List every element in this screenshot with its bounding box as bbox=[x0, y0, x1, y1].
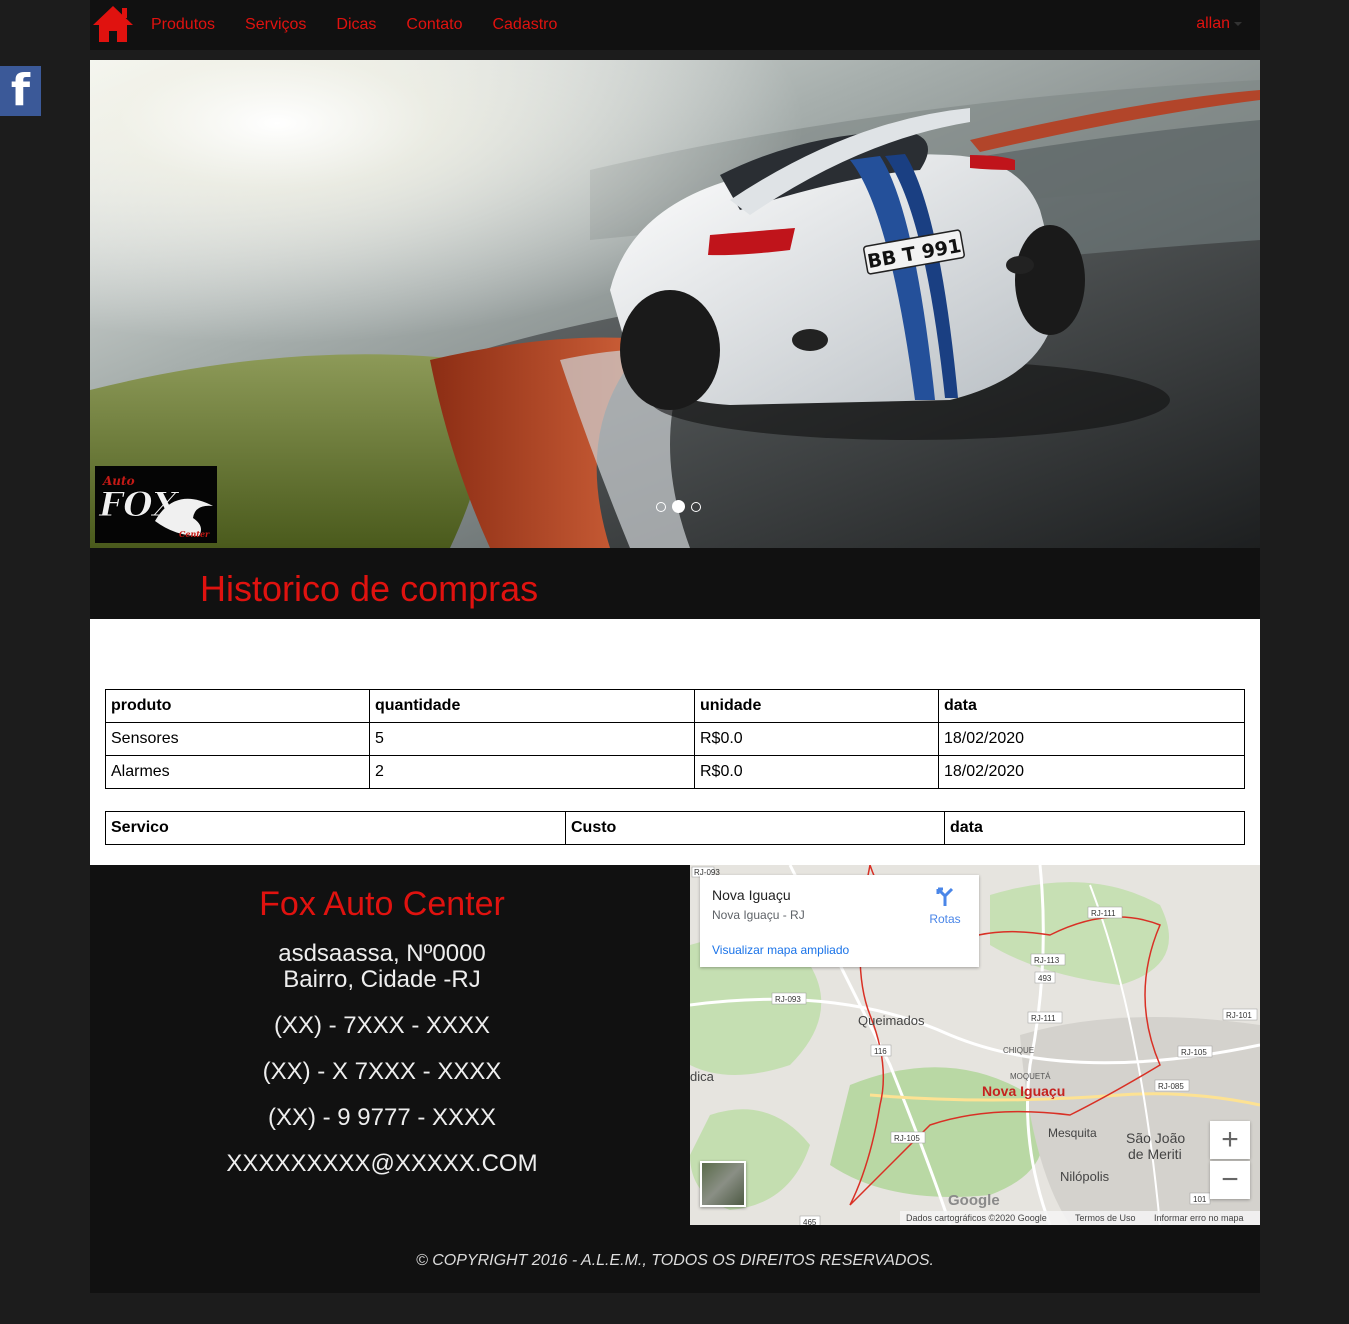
address-line-1: asdsaassa, Nº0000 bbox=[278, 940, 486, 967]
cell-produto: Sensores bbox=[105, 722, 370, 756]
directions-button[interactable]: Rotas bbox=[925, 885, 965, 926]
svg-text:RJ-113: RJ-113 bbox=[1034, 956, 1060, 965]
hero-image: BB T 991 bbox=[90, 60, 1260, 548]
carousel-dot[interactable] bbox=[656, 501, 666, 512]
map-info-card: Nova Iguaçu Nova Iguaçu - RJ Rotas Visua… bbox=[700, 875, 979, 967]
svg-text:MOQUETÁ: MOQUETÁ bbox=[1010, 1072, 1051, 1081]
home-icon[interactable] bbox=[92, 4, 134, 44]
svg-text:dica: dica bbox=[690, 1069, 715, 1084]
svg-text:Nova Iguaçu: Nova Iguaçu bbox=[982, 1083, 1065, 1099]
company-name: Fox Auto Center bbox=[259, 885, 505, 923]
hero-carousel[interactable]: BB T 991 Auto FOX Center bbox=[90, 60, 1260, 548]
directions-label: Rotas bbox=[929, 912, 961, 926]
table-header-row: produto quantidade unidade data bbox=[105, 689, 1245, 723]
svg-text:Termos de Uso: Termos de Uso bbox=[1075, 1213, 1136, 1223]
title-band: Historico de compras bbox=[90, 548, 1260, 619]
user-menu[interactable]: allan bbox=[1196, 15, 1242, 33]
cell-quantidade: 5 bbox=[369, 722, 695, 756]
carousel-dot[interactable] bbox=[691, 501, 701, 512]
view-larger-map-link[interactable]: Visualizar mapa ampliado bbox=[712, 943, 849, 957]
header-unidade: unidade bbox=[694, 689, 939, 723]
cell-data: 18/02/2020 bbox=[938, 755, 1245, 789]
header-quantidade: quantidade bbox=[369, 689, 695, 723]
svg-text:RJ-111: RJ-111 bbox=[1031, 1014, 1056, 1023]
map-card-title: Nova Iguaçu bbox=[712, 887, 791, 903]
zoom-out-icon[interactable]: − bbox=[1210, 1161, 1250, 1199]
zoom-in-icon[interactable]: + bbox=[1210, 1121, 1250, 1159]
svg-text:493: 493 bbox=[1038, 974, 1052, 983]
services-table: Servico Custo data bbox=[105, 811, 1245, 845]
facebook-icon[interactable]: f bbox=[0, 66, 41, 116]
nav-link-servicos[interactable]: Serviços bbox=[245, 16, 306, 34]
svg-text:RJ-105: RJ-105 bbox=[1181, 1048, 1207, 1057]
cell-unidade: R$0.0 bbox=[694, 722, 939, 756]
svg-text:101: 101 bbox=[1193, 1195, 1207, 1204]
nav-link-dicas[interactable]: Dicas bbox=[336, 16, 376, 34]
table-row: Sensores 5 R$0.0 18/02/2020 bbox=[105, 722, 1245, 756]
nav-links: Produtos Serviços Dicas Contato Cadastro bbox=[151, 0, 587, 50]
nav-link-produtos[interactable]: Produtos bbox=[151, 16, 215, 34]
google-map[interactable]: Queimados CHIQUE MOQUETÁ Nova Iguaçu Mes… bbox=[690, 865, 1260, 1225]
copyright: © COPYRIGHT 2016 - A.L.E.M., TODOS OS DI… bbox=[416, 1252, 934, 1269]
svg-text:Center: Center bbox=[179, 529, 210, 539]
phone-2: (XX) - X 7XXX - XXXX bbox=[262, 1058, 502, 1085]
svg-text:Dados cartográficos ©2020 Goog: Dados cartográficos ©2020 Google bbox=[906, 1213, 1047, 1223]
header-produto: produto bbox=[105, 689, 370, 723]
directions-icon bbox=[936, 887, 954, 906]
page-container: Produtos Serviços Dicas Contato Cadastro… bbox=[90, 0, 1260, 1293]
page-title: Historico de compras bbox=[200, 568, 539, 609]
navbar: Produtos Serviços Dicas Contato Cadastro… bbox=[90, 0, 1260, 50]
map-card-subtitle: Nova Iguaçu - RJ bbox=[712, 908, 805, 922]
cell-data: 18/02/2020 bbox=[938, 722, 1245, 756]
contact-info: asdsaassa, Nº0000 Bairro, Cidade -RJ (XX… bbox=[90, 941, 674, 1177]
svg-text:RJ-093: RJ-093 bbox=[775, 995, 801, 1004]
footer: Fox Auto Center asdsaassa, Nº0000 Bairro… bbox=[90, 865, 1260, 1293]
svg-text:465: 465 bbox=[803, 1218, 817, 1225]
svg-text:Mesquita: Mesquita bbox=[1048, 1126, 1097, 1140]
phone-1: (XX) - 7XXX - XXXX bbox=[273, 1012, 491, 1039]
svg-text:116: 116 bbox=[874, 1047, 887, 1056]
svg-text:RJ-105: RJ-105 bbox=[894, 1134, 920, 1143]
table-header-row: Servico Custo data bbox=[105, 811, 1245, 845]
history-content: produto quantidade unidade data Sensores… bbox=[90, 619, 1260, 865]
svg-text:Queimados: Queimados bbox=[858, 1013, 925, 1028]
satellite-thumbnail[interactable] bbox=[700, 1161, 746, 1207]
header-servico: Servico bbox=[105, 811, 566, 845]
phone-3: (XX) - 9 9777 - XXXX bbox=[267, 1104, 497, 1131]
header-data: data bbox=[944, 811, 1245, 845]
header-custo: Custo bbox=[565, 811, 945, 845]
svg-text:Informar erro no mapa: Informar erro no mapa bbox=[1154, 1213, 1244, 1223]
svg-text:RJ-111: RJ-111 bbox=[1091, 909, 1116, 918]
fox-logo: Auto FOX Center bbox=[95, 466, 217, 543]
user-name: allan bbox=[1196, 15, 1230, 32]
table-row: Alarmes 2 R$0.0 18/02/2020 bbox=[105, 755, 1245, 789]
svg-text:RJ-085: RJ-085 bbox=[1158, 1082, 1184, 1091]
address-line-2: Bairro, Cidade -RJ bbox=[283, 966, 481, 993]
svg-text:RJ-101: RJ-101 bbox=[1226, 1011, 1252, 1020]
svg-text:de Meriti: de Meriti bbox=[1128, 1146, 1182, 1162]
header-data: data bbox=[938, 689, 1245, 723]
email: XXXXXXXXX@XXXXX.COM bbox=[226, 1150, 538, 1177]
svg-text:São João: São João bbox=[1126, 1130, 1185, 1146]
svg-text:Nilópolis: Nilópolis bbox=[1060, 1169, 1110, 1184]
nav-link-cadastro[interactable]: Cadastro bbox=[492, 16, 557, 34]
svg-text:Google: Google bbox=[948, 1192, 1000, 1209]
carousel-indicators bbox=[653, 500, 704, 513]
svg-text:CHIQUE: CHIQUE bbox=[1003, 1046, 1034, 1055]
cell-produto: Alarmes bbox=[105, 755, 370, 789]
cell-quantidade: 2 bbox=[369, 755, 695, 789]
carousel-dot-active[interactable] bbox=[672, 500, 685, 513]
caret-down-icon bbox=[1234, 21, 1242, 26]
cell-unidade: R$0.0 bbox=[694, 755, 939, 789]
products-table: produto quantidade unidade data Sensores… bbox=[105, 689, 1245, 789]
nav-link-contato[interactable]: Contato bbox=[406, 16, 462, 34]
